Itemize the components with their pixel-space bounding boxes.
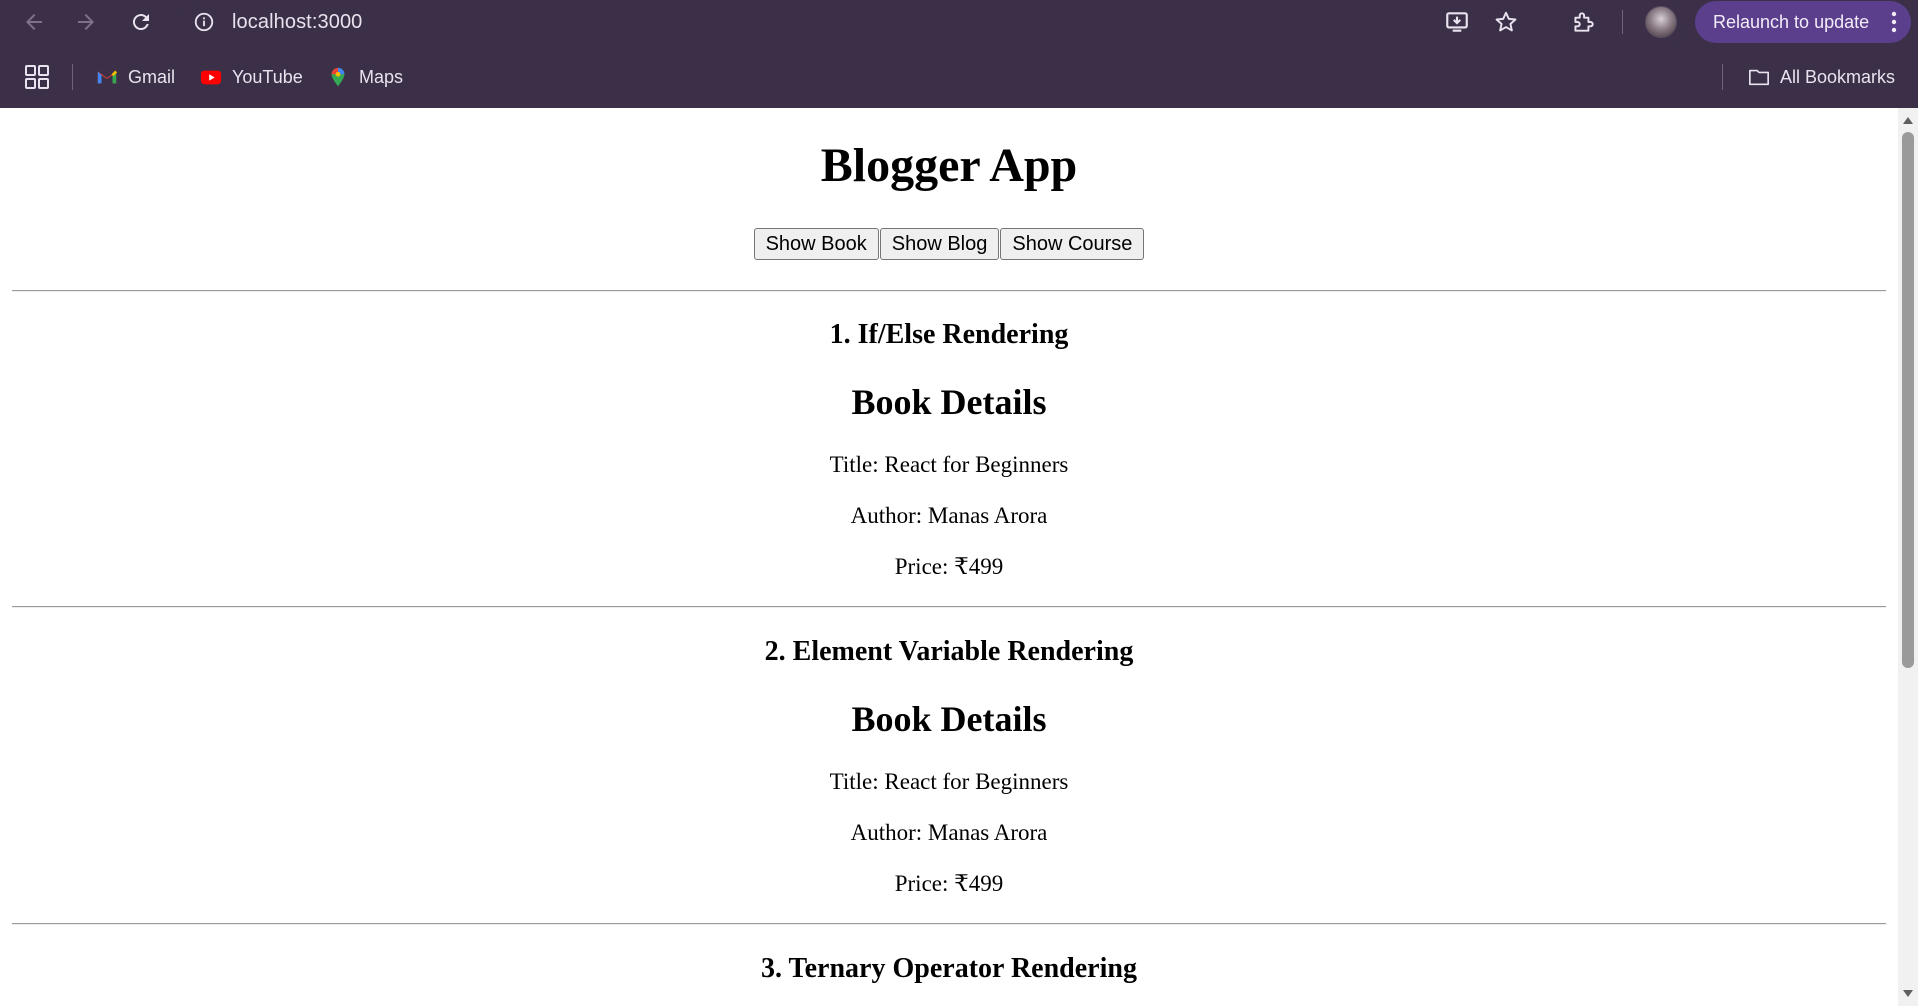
bookmark-maps[interactable]: Maps	[327, 61, 403, 93]
browser-toolbar: localhost:3000 Relaunch to update	[0, 0, 1918, 44]
star-icon	[1495, 11, 1517, 32]
bookmarks-divider	[1722, 64, 1723, 90]
bookmarks-bar: Gmail YouTube Maps All Bookmarks	[0, 44, 1918, 108]
apps-grid-icon[interactable]	[24, 64, 50, 90]
maps-icon	[327, 66, 349, 88]
book-title: Title: React for Beginners	[829, 769, 1069, 794]
arrow-left-icon	[26, 14, 42, 30]
show-blog-button[interactable]: Show Blog	[879, 228, 1000, 260]
reload-button[interactable]	[121, 2, 161, 42]
show-book-button[interactable]: Show Book	[753, 228, 879, 260]
book-author: Author: Manas Arora	[850, 820, 1048, 845]
bookmark-label: Maps	[359, 66, 404, 87]
page-viewport: Blogger App Show Book Show Blog Show Cou…	[0, 108, 1918, 1006]
toggle-buttons: Show Book Show Blog Show Course	[0, 228, 1898, 260]
bookmark-star-button[interactable]	[1486, 2, 1526, 42]
bookmark-label: Gmail	[128, 66, 176, 87]
blogger-app: Blogger App Show Book Show Blog Show Cou…	[0, 108, 1898, 1006]
info-icon	[194, 12, 214, 32]
section-heading: 1. If/Else Rendering	[829, 319, 1069, 350]
youtube-icon	[200, 66, 222, 88]
divider	[12, 606, 1886, 608]
scrollbar-thumb[interactable]	[1902, 132, 1914, 668]
book-title: Title: React for Beginners	[829, 452, 1069, 477]
book-author: Author: Manas Arora	[850, 503, 1048, 528]
forward-button[interactable]	[66, 2, 106, 42]
scroll-down-arrow-icon[interactable]	[1902, 988, 1914, 1000]
bookmark-gmail[interactable]: Gmail	[96, 61, 175, 93]
book-price: Price: ₹499	[894, 871, 1004, 896]
install-icon	[1446, 12, 1468, 32]
arrow-right-icon	[78, 14, 94, 30]
vertical-scrollbar[interactable]	[1898, 108, 1918, 1006]
divider	[12, 923, 1886, 925]
folder-icon	[1748, 66, 1770, 88]
section-heading: 2. Element Variable Rendering	[764, 636, 1134, 667]
toolbar-divider	[1622, 10, 1623, 34]
site-info-button[interactable]	[184, 2, 224, 42]
scroll-up-arrow-icon[interactable]	[1902, 114, 1914, 126]
puzzle-icon	[1574, 12, 1594, 32]
all-bookmarks-label: All Bookmarks	[1780, 66, 1896, 87]
extensions-button[interactable]	[1563, 2, 1603, 42]
book-details-title: Book Details	[851, 699, 1047, 739]
app-title: Blogger App	[820, 139, 1078, 192]
back-button[interactable]	[14, 2, 54, 42]
divider	[12, 290, 1886, 292]
relaunch-label: Relaunch to update	[1713, 11, 1870, 32]
relaunch-button[interactable]: Relaunch to update	[1695, 1, 1911, 43]
all-bookmarks-button[interactable]: All Bookmarks	[1748, 61, 1895, 93]
bookmark-label: YouTube	[232, 66, 303, 87]
bookmarks-divider	[72, 64, 73, 90]
bookmark-youtube[interactable]: YouTube	[200, 61, 303, 93]
install-app-button[interactable]	[1437, 2, 1477, 42]
gmail-icon	[96, 66, 118, 88]
reload-icon	[132, 14, 149, 31]
show-course-button[interactable]: Show Course	[1000, 228, 1145, 260]
book-details-title: Book Details	[851, 382, 1047, 422]
url-text[interactable]: localhost:3000	[232, 11, 362, 34]
more-vert-icon	[1891, 11, 1897, 33]
section-heading: 3. Ternary Operator Rendering	[761, 953, 1137, 984]
book-price: Price: ₹499	[894, 554, 1004, 579]
profile-avatar[interactable]	[1645, 6, 1677, 38]
